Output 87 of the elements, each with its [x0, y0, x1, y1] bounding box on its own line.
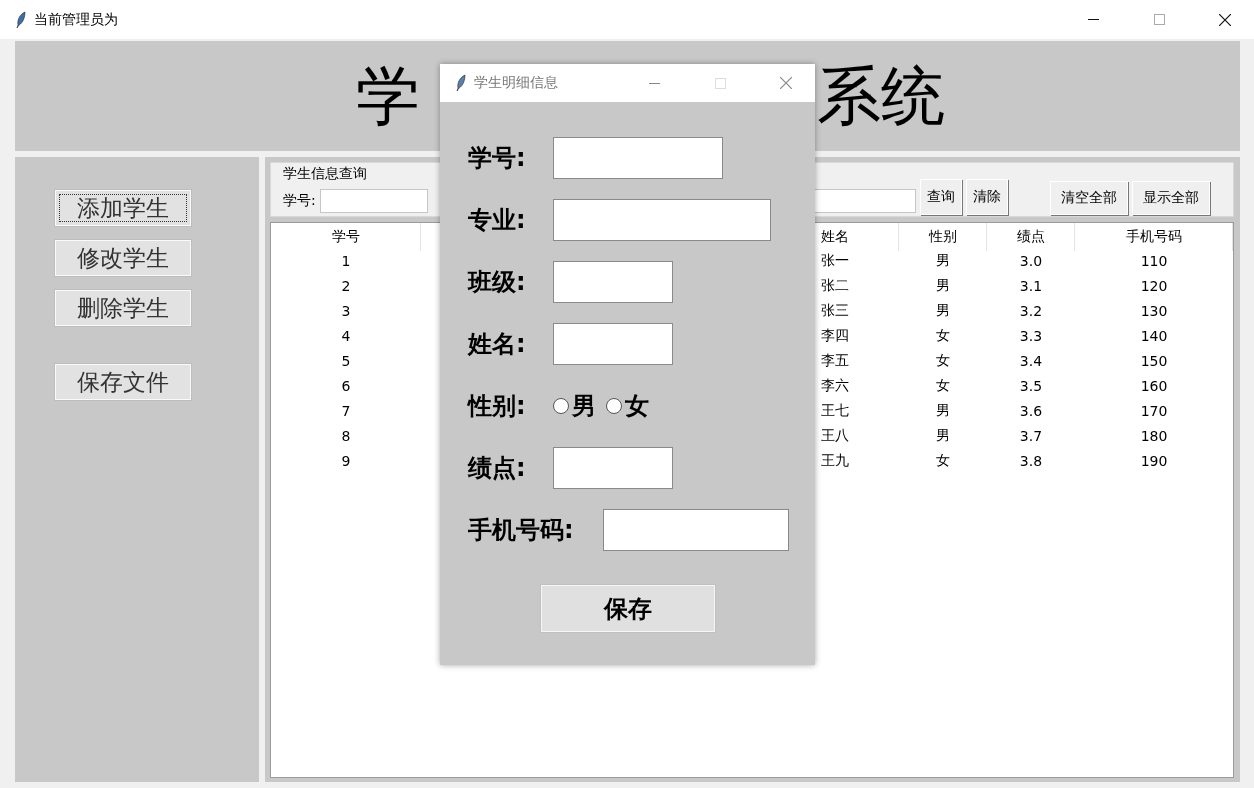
table-cell-text: 王九 [820, 450, 850, 470]
table-cell-text: 李六 [820, 375, 850, 395]
field-label: 专业: [468, 205, 527, 236]
table-cell-text: 张三 [820, 300, 850, 320]
banner-title: 学 [356, 57, 421, 135]
table-cell-text: 1 [340, 251, 352, 271]
input-field[interactable] [553, 323, 673, 365]
sidebar-button[interactable]: 添加学生 [55, 190, 191, 226]
table-cell-text: 男 [935, 425, 951, 445]
table-cell-text: 女 [935, 375, 951, 395]
feather-icon [456, 74, 466, 92]
column-header[interactable]: 性别 [899, 223, 987, 251]
table-cell-text: 3 [340, 301, 352, 321]
table-cell-text: 李五 [820, 350, 850, 370]
table-cell-text: 3.8 [1018, 451, 1044, 471]
table-cell-text: 6 [340, 376, 352, 396]
table-cell-text: 男 [935, 250, 951, 270]
dialog-title: 学生明细信息 [474, 74, 559, 92]
table-cell-text: 8 [340, 426, 352, 446]
field-label: 手机号码: [468, 515, 575, 546]
table-cell-text: 130 [1139, 301, 1169, 321]
table-cell-text: 7 [340, 401, 352, 421]
close-icon[interactable] [1219, 13, 1231, 26]
maximize-icon[interactable] [1153, 14, 1165, 25]
table-cell-text: 李四 [820, 325, 850, 345]
action-button[interactable]: 清空全部 [1049, 181, 1128, 215]
table-cell-text: 170 [1139, 401, 1169, 421]
table-cell-text: 180 [1139, 426, 1169, 446]
table-cell-text: 2 [340, 276, 352, 296]
query-button[interactable]: 查询 [919, 179, 962, 215]
radio-label: 女 [625, 391, 649, 422]
table-cell-text: 男 [935, 275, 951, 295]
sidebar-button[interactable]: 修改学生 [55, 240, 191, 276]
table-cell-text: 5 [340, 351, 352, 371]
table-cell-text: 张二 [820, 275, 850, 295]
window-title: 当前管理员为 [34, 10, 119, 29]
table-cell-text: 3.0 [1018, 251, 1044, 271]
input-field[interactable] [553, 137, 723, 179]
column-header[interactable]: 学号 [271, 223, 421, 251]
sidebar-button[interactable]: 保存文件 [55, 364, 191, 400]
action-button[interactable]: 显示全部 [1131, 181, 1210, 215]
table-cell-text: 3.5 [1018, 376, 1044, 396]
field-label: 绩点: [468, 453, 527, 484]
field-label: 班级: [468, 267, 527, 298]
column-header[interactable]: 手机号码 [1075, 223, 1233, 251]
group-legend: 学生信息查询 [281, 165, 369, 183]
table-cell-text: 3.3 [1018, 326, 1044, 346]
input-field[interactable] [603, 509, 789, 551]
table-cell-text: 女 [935, 350, 951, 370]
table-cell-text: 3.4 [1018, 351, 1044, 371]
table-cell-text: 男 [935, 400, 951, 420]
table-cell-text: 女 [935, 325, 951, 345]
input-field[interactable] [553, 447, 673, 489]
table-cell-text: 140 [1139, 326, 1169, 346]
table-cell-text: 3.2 [1018, 301, 1044, 321]
query-button[interactable]: 清除 [965, 179, 1008, 215]
save-button[interactable]: 保存 [540, 585, 715, 632]
table-cell-text: 110 [1139, 251, 1169, 271]
column-header[interactable]: 绩点 [987, 223, 1075, 251]
input-field[interactable] [319, 189, 428, 213]
radio-button[interactable] [553, 398, 569, 414]
input-field[interactable] [553, 199, 771, 241]
banner-title: 系统 [816, 57, 945, 135]
field-label: 学号: [283, 192, 316, 210]
table-cell-text: 190 [1139, 451, 1169, 471]
radio-label: 男 [572, 391, 596, 422]
table-cell-text: 3.6 [1018, 401, 1044, 421]
table-cell-text: 女 [935, 450, 951, 470]
field-label: 姓名: [468, 329, 527, 360]
table-cell-text: 男 [935, 300, 951, 320]
table-cell-text: 150 [1139, 351, 1169, 371]
table-cell-text: 3.7 [1018, 426, 1044, 446]
table-cell-text: 王七 [820, 400, 850, 420]
table-cell-text: 王八 [820, 425, 850, 445]
table-cell-text: 160 [1139, 376, 1169, 396]
sidebar-button[interactable]: 删除学生 [55, 290, 191, 326]
field-label: 学号: [468, 143, 527, 174]
radio-button[interactable] [606, 398, 622, 414]
table-cell-text: 张一 [820, 250, 850, 270]
input-field[interactable] [553, 261, 673, 303]
feather-icon [16, 10, 26, 29]
field-label: 性别: [468, 391, 527, 422]
table-cell-text: 120 [1139, 276, 1169, 296]
table-cell-text: 3.1 [1018, 276, 1044, 296]
table-cell-text: 9 [340, 451, 352, 471]
minimize-icon[interactable] [1087, 19, 1099, 20]
table-cell-text: 4 [340, 326, 352, 346]
